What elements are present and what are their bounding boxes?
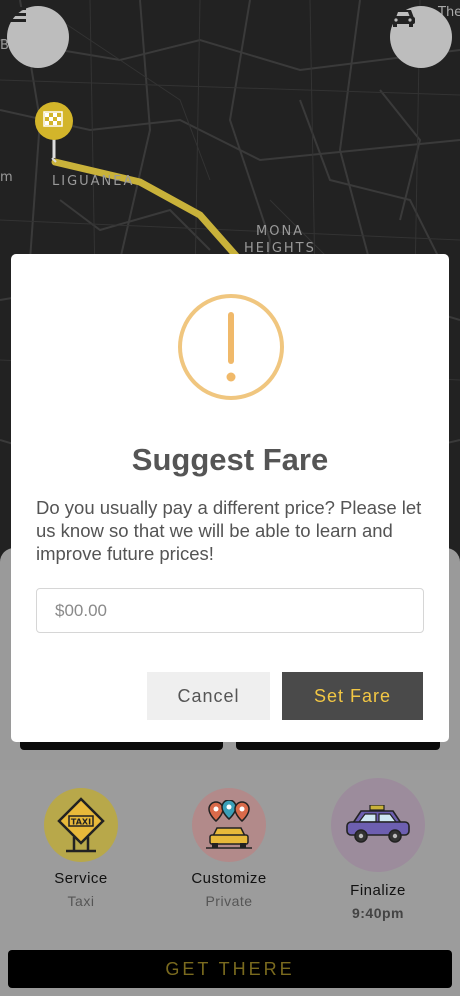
dialog-title: Suggest Fare	[131, 442, 329, 477]
set-fare-button[interactable]: Set Fare	[282, 672, 423, 720]
dialog-message: Do you usually pay a different price? Pl…	[36, 497, 422, 564]
fare-input[interactable]	[36, 588, 424, 633]
cancel-button[interactable]: Cancel	[147, 672, 270, 720]
suggest-fare-dialog: Suggest Fare Do you usually pay a differ…	[11, 254, 449, 742]
warning-exclamation-icon	[178, 294, 284, 400]
